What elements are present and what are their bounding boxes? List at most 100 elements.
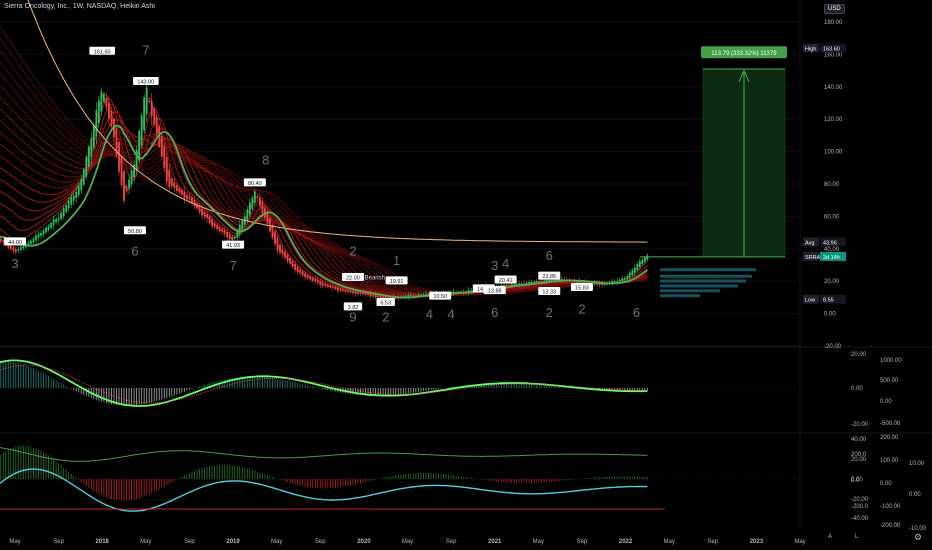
candle-body	[503, 284, 505, 286]
panel2-left-tick: 0.00	[851, 386, 863, 392]
candle-body	[261, 201, 264, 214]
volume-profile-bar	[660, 274, 752, 278]
low-value: 8.55	[823, 298, 834, 304]
candle-body	[289, 257, 291, 264]
time-tick: May	[402, 539, 413, 545]
candle-body	[543, 280, 546, 282]
candle-body	[153, 108, 156, 125]
wave-count: 4	[502, 256, 509, 271]
panel3-mid-tick: -200.0	[851, 504, 869, 510]
candle-body	[50, 222, 52, 228]
candle-body	[299, 269, 302, 274]
candle-body	[80, 179, 83, 191]
candle-body	[349, 291, 352, 292]
candle-body	[505, 285, 508, 286]
price-flag: 13.33	[542, 290, 556, 296]
volume-profile-bar	[660, 279, 746, 283]
candle-body	[75, 191, 78, 199]
candle-body	[95, 109, 98, 137]
candle-body	[538, 281, 541, 283]
panel3-left-tick: 40.00	[851, 437, 867, 443]
candle-body	[143, 97, 146, 131]
wave-count: 3	[491, 258, 498, 273]
candle-body	[92, 125, 95, 148]
time-tick: Sep	[446, 539, 457, 545]
candle-body	[62, 208, 65, 217]
candle-body	[369, 294, 372, 297]
candle-body	[470, 290, 473, 292]
candle-body	[163, 146, 166, 168]
candle-body	[633, 267, 636, 273]
candle-body	[374, 295, 377, 297]
candle-body	[294, 263, 297, 270]
panel2-right-tick: 0.00	[880, 399, 892, 405]
candle-body	[211, 219, 213, 226]
time-tick: 2018	[96, 539, 110, 545]
log-scale-button[interactable]: L	[855, 534, 858, 540]
candle-body	[319, 281, 322, 286]
candle-body	[221, 229, 224, 232]
time-tick: 2020	[357, 539, 371, 545]
panel3-mid-tick: 200.0	[851, 452, 867, 458]
candle-body	[613, 281, 616, 283]
price-flag: 143.00	[137, 79, 154, 85]
candle-body	[47, 225, 50, 230]
candle-body	[331, 286, 334, 288]
candle-body	[145, 87, 148, 114]
candle-body	[150, 101, 153, 117]
measure-label: 113.79 (333.32%) 11379	[711, 51, 777, 57]
panel3-left-tick: -40.00	[851, 516, 869, 522]
candle-body	[188, 197, 191, 199]
candle-body	[284, 251, 286, 258]
candle-body	[291, 260, 294, 267]
candle-body	[110, 110, 113, 127]
candle-body	[201, 208, 203, 216]
volume-profile-bar	[660, 289, 720, 293]
wave-count: 2	[578, 302, 585, 317]
settings-gear-icon[interactable]: ⚙	[914, 532, 922, 543]
candle-body	[52, 219, 55, 226]
candle-body	[347, 290, 349, 292]
candle-body	[42, 230, 45, 235]
candle-body	[417, 294, 420, 296]
candle-body	[105, 97, 108, 107]
panel2-left-tick: 20.00	[851, 352, 867, 358]
candle-body	[90, 138, 93, 157]
auto-scale-button[interactable]: A	[828, 534, 832, 540]
candle-body	[631, 270, 634, 275]
candle-body	[326, 285, 329, 287]
candle-body	[108, 102, 110, 120]
wave-count: 4	[426, 306, 433, 321]
candle-body	[334, 287, 337, 289]
candle-body	[206, 214, 208, 219]
wave-count: 7	[229, 258, 236, 273]
chart-svg: 113.79 (333.32%) 11379 161.60 143.00 80.40…	[0, 0, 932, 550]
avg-value: 43.96	[823, 240, 837, 246]
candle-body	[173, 182, 176, 188]
candle-body	[528, 282, 531, 284]
candle-body	[357, 292, 359, 294]
candle-body	[616, 281, 619, 283]
panel2-right-tick: 500.00	[880, 378, 899, 384]
panel3-right-tick: -200.00	[880, 523, 901, 529]
time-tick: 2019	[226, 539, 240, 545]
volume-profile-bar	[660, 294, 700, 298]
candle-body	[641, 259, 644, 265]
candle-body	[160, 135, 163, 157]
wave-count: 7	[142, 42, 149, 57]
symbol-value: 2d 14h	[823, 255, 840, 261]
panel3-right-tick: 200.00	[880, 435, 899, 441]
volume-profile-bar	[660, 284, 738, 288]
candle-body	[286, 254, 289, 262]
candle-body	[329, 285, 332, 288]
price-tick: 20.00	[824, 279, 840, 285]
candle-body	[576, 281, 578, 283]
currency-badge[interactable]: USD	[824, 4, 845, 14]
candle-body	[269, 218, 271, 232]
candle-body	[246, 209, 249, 221]
panel2-right-tick: -500.00	[880, 421, 901, 427]
candle-body	[155, 116, 158, 135]
candle-body	[0, 238, 2, 242]
candle-body	[274, 231, 276, 245]
candle-body	[223, 230, 226, 234]
